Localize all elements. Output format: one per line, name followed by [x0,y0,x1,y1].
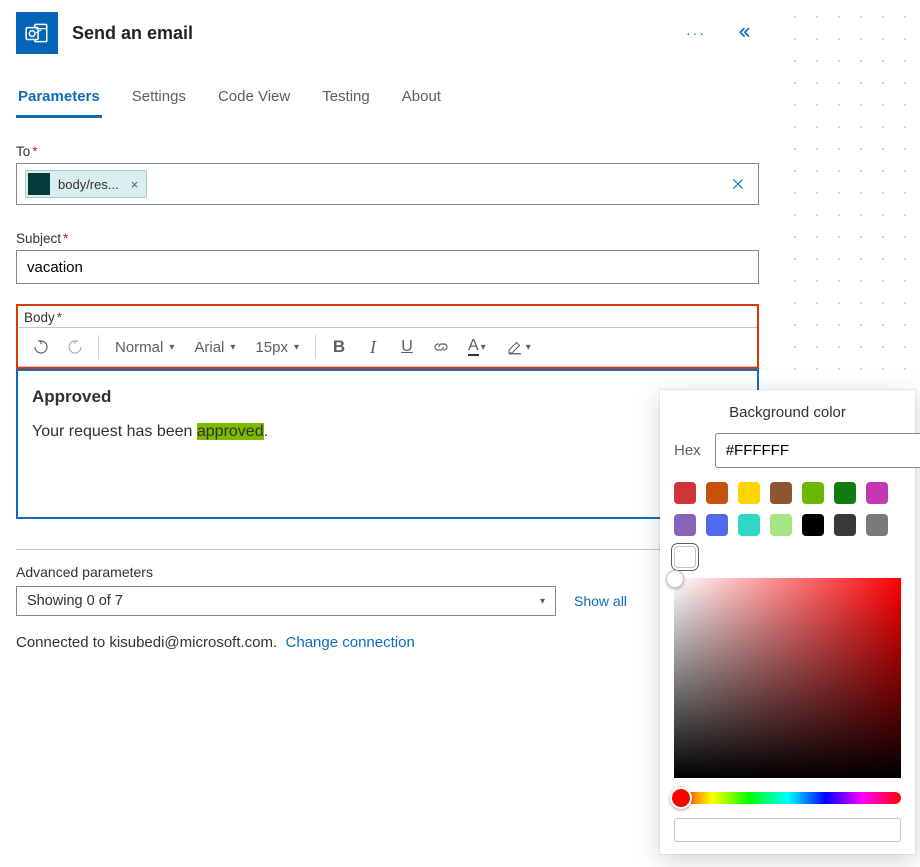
tab-settings[interactable]: Settings [130,78,188,118]
show-all-link[interactable]: Show all [574,593,627,609]
color-swatch[interactable] [674,514,696,536]
color-swatch[interactable] [834,482,856,504]
card-header: Send an email ··· [16,12,759,78]
hex-label: Hex [674,442,701,459]
color-swatch[interactable] [866,514,888,536]
field-subject: Subject* [16,231,759,284]
chevron-down-icon: ▾ [169,342,174,353]
redo-button[interactable] [60,332,90,362]
hex-input[interactable] [715,433,920,468]
tab-parameters[interactable]: Parameters [16,78,102,118]
subject-input[interactable] [25,258,750,277]
advanced-params-label: Advanced parameters [16,564,759,580]
color-swatch[interactable] [802,514,824,536]
token-text: body/res... [58,177,119,192]
font-dropdown[interactable]: Arial ▾ [186,335,243,360]
format-value: Normal [115,339,163,356]
font-color-button[interactable]: A ▾ [460,334,494,360]
advanced-showing-text: Showing 0 of 7 [27,593,123,609]
hue-slider[interactable] [674,792,901,804]
format-dropdown[interactable]: Normal ▾ [107,335,182,360]
body-text-pre: Your request has been [32,423,197,440]
swatch-grid [674,482,901,536]
clear-to-button[interactable] [726,176,750,192]
token-fx-icon [28,173,50,195]
more-button[interactable]: ··· [681,18,711,48]
outlook-icon [16,12,58,54]
token-remove[interactable]: × [131,177,139,192]
subject-input-wrap [16,250,759,284]
link-button[interactable] [426,332,456,362]
rte-toolbar: Normal ▾ Arial ▾ 15px ▾ B I U A ▾ [18,327,757,367]
swatch-white-selected[interactable] [674,546,696,568]
body-label-text: Body [24,310,55,325]
color-swatch[interactable] [706,514,728,536]
body-highlighted-word: approved [197,423,264,440]
subject-label: Subject* [16,231,759,246]
to-label-text: To [16,144,30,159]
color-swatch[interactable] [738,482,760,504]
card-title: Send an email [72,23,667,44]
advanced-params-dropdown[interactable]: Showing 0 of 7 ▾ [16,586,556,616]
size-dropdown[interactable]: 15px ▾ [247,335,307,360]
body-heading: Approved [32,383,743,412]
chevron-down-icon: ▾ [294,342,299,353]
underline-button[interactable]: U [392,332,422,362]
chevron-down-icon: ▾ [230,342,235,353]
hue-thumb[interactable] [670,787,692,809]
tab-strip: Parameters Settings Code View Testing Ab… [16,78,759,118]
connection-line: Connected to kisubedi@microsoft.com. Cha… [16,634,759,651]
subject-label-text: Subject [16,231,61,246]
action-config-panel: Send an email ··· Parameters Settings Co… [0,0,775,671]
change-connection-link[interactable]: Change connection [286,634,415,651]
color-swatch[interactable] [770,482,792,504]
undo-button[interactable] [26,332,56,362]
tab-code-view[interactable]: Code View [216,78,292,118]
collapse-button[interactable] [729,18,759,48]
color-swatch[interactable] [866,482,888,504]
body-text-post: . [264,423,268,440]
highlight-color-button[interactable]: ▾ [498,334,539,360]
color-swatch[interactable] [770,514,792,536]
size-value: 15px [255,339,288,356]
gradient-thumb[interactable] [666,570,684,588]
section-divider [16,549,759,550]
background-color-popup: Background color Hex [660,390,915,854]
color-popup-title: Background color [674,404,901,421]
field-to: To* body/res... × [16,144,759,205]
color-swatch[interactable] [834,514,856,536]
connection-text: Connected to kisubedi@microsoft.com. [16,634,277,651]
to-label: To* [16,144,759,159]
font-value: Arial [194,339,224,356]
to-input[interactable]: body/res... × [16,163,759,205]
color-swatch[interactable] [674,482,696,504]
to-token[interactable]: body/res... × [25,170,147,198]
chevron-down-icon: ▾ [540,596,545,607]
color-swatch[interactable] [738,514,760,536]
chevron-down-icon: ▾ [481,342,486,353]
body-label: Body* [18,306,757,327]
italic-button[interactable]: I [358,332,388,362]
body-section-highlighted: Body* Normal ▾ Arial ▾ 15px ▾ B [16,304,759,369]
body-editor[interactable]: Approved Your request has been approved. [16,369,759,519]
bold-button[interactable]: B [324,332,354,362]
tab-about[interactable]: About [400,78,443,118]
saturation-gradient[interactable] [674,578,901,778]
tab-testing[interactable]: Testing [320,78,372,118]
body-line: Your request has been approved. [32,418,743,445]
alpha-slider[interactable] [674,818,901,842]
color-swatch[interactable] [802,482,824,504]
chevron-down-icon: ▾ [526,342,531,353]
color-swatch[interactable] [706,482,728,504]
